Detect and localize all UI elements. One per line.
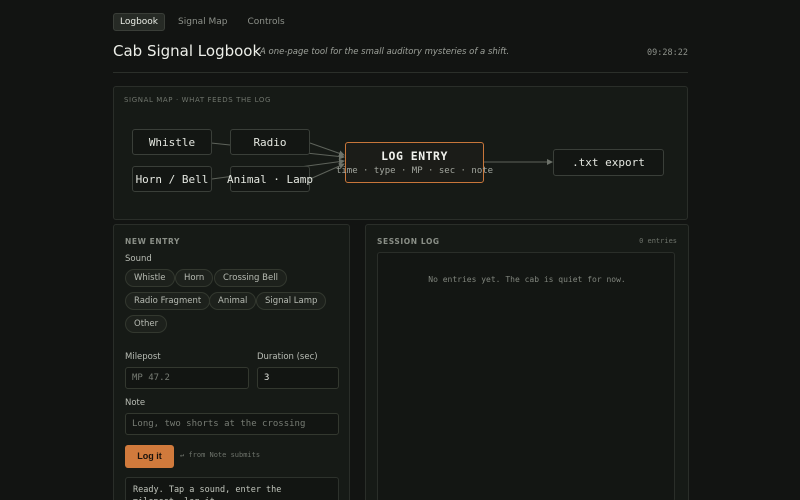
node-log-entry: LOG ENTRY time · type · MP · sec · note <box>336 142 493 183</box>
log-it-button[interactable]: Log it <box>125 445 174 468</box>
sound-chip-radio-fragment[interactable]: Radio Fragment <box>125 292 211 310</box>
sound-chip-whistle[interactable]: Whistle <box>125 269 175 287</box>
edge-radio <box>309 142 345 157</box>
duration-label: Duration (sec) <box>257 352 318 362</box>
session-log-label: SESSION LOG <box>377 237 440 246</box>
signal-map-label: SIGNAL MAP · WHAT FEEDS THE LOG <box>124 96 272 104</box>
tab-logbook[interactable]: Logbook <box>113 13 166 31</box>
sound-chip-other[interactable]: Other <box>125 315 168 333</box>
status-message: Ready. Tap a sound, enter the milepost, … <box>125 477 339 500</box>
log-entry-label: LOG ENTRY <box>381 149 448 163</box>
header-divider <box>113 72 688 73</box>
tab-signal-map[interactable]: Signal Map <box>171 13 235 31</box>
top-nav: Logbook Signal Map Controls <box>113 13 292 31</box>
log-entry-fields: time · type · MP · sec · note <box>335 166 494 176</box>
node-radio: Radio <box>230 129 310 155</box>
sound-chip-horn[interactable]: Horn <box>175 269 214 287</box>
clock: 09:28:22 <box>647 48 688 58</box>
entries-count: 0 entries <box>639 237 677 245</box>
session-log-list[interactable]: No entries yet. The cab is quiet for now… <box>377 252 675 500</box>
node-whistle: Whistle <box>132 129 212 155</box>
sound-chip-crossing-bell[interactable]: Crossing Bell <box>214 269 287 287</box>
new-entry-label: NEW ENTRY <box>125 237 180 246</box>
milepost-input[interactable] <box>125 367 249 389</box>
node-animal-lamp: Animal · Lamp <box>227 166 313 192</box>
sound-chip-animal[interactable]: Animal <box>209 292 257 310</box>
duration-input[interactable] <box>257 367 339 389</box>
note-label: Note <box>125 398 146 408</box>
milepost-label: Milepost <box>125 352 161 362</box>
note-input[interactable] <box>125 413 339 435</box>
sound-label: Sound <box>125 254 152 264</box>
sound-chip-signal-lamp[interactable]: Signal Lamp <box>256 292 327 310</box>
new-entry-panel: NEW ENTRY Sound Whistle Horn Crossing Be… <box>113 224 350 500</box>
session-log-panel: SESSION LOG 0 entries No entries yet. Th… <box>365 224 689 500</box>
page-subtitle: A one-page tool for the small auditory m… <box>260 47 510 57</box>
empty-log-message: No entries yet. The cab is quiet for now… <box>428 275 626 284</box>
tab-controls[interactable]: Controls <box>241 13 292 31</box>
node-txt-export: .txt export <box>553 149 664 176</box>
signal-map-panel: SIGNAL MAP · WHAT FEEDS THE LOG Whistle … <box>113 86 688 220</box>
page-title: Cab Signal Logbook <box>113 42 262 60</box>
node-horn-bell: Horn / Bell <box>132 166 212 192</box>
submit-hint: ↵ from Note submits <box>180 451 261 459</box>
